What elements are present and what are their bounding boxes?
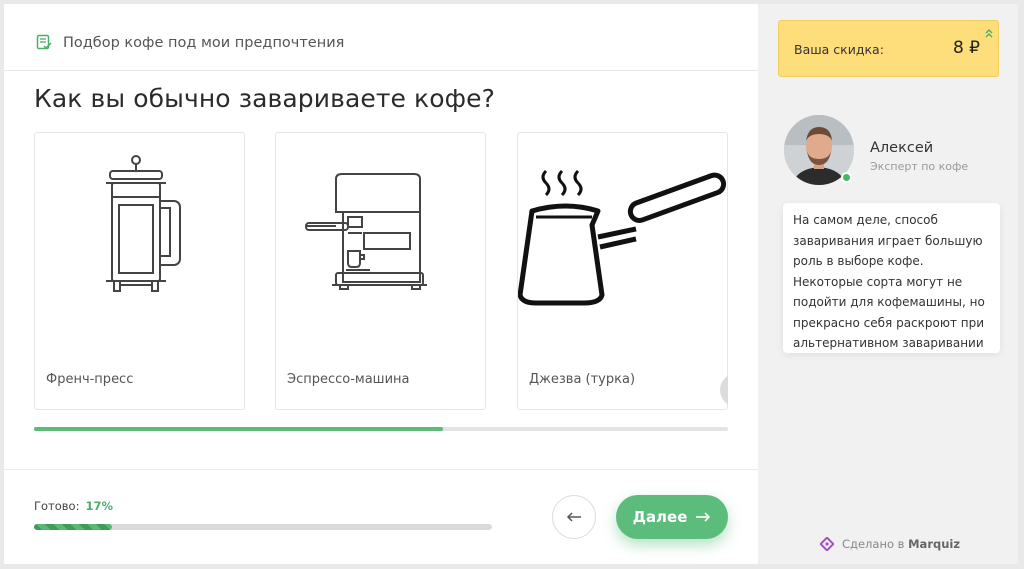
- quiz-main: Подбор кофе под мои предпочтения Как вы …: [4, 4, 758, 564]
- expert-role: Эксперт по кофе: [870, 160, 969, 173]
- checklist-icon: [36, 34, 52, 50]
- option-label: Джезва (турка): [529, 372, 636, 387]
- back-button[interactable]: [552, 495, 596, 539]
- discount-label: Ваша скидка:: [794, 42, 884, 57]
- progress-bar: [34, 524, 492, 530]
- next-button[interactable]: Далее: [616, 495, 728, 539]
- made-brand: Marquiz: [908, 537, 961, 551]
- quiz-header: Подбор кофе под мои предпочтения: [4, 4, 758, 71]
- french-press-icon: [106, 155, 181, 292]
- option-card-french-press[interactable]: Френч-пресс: [34, 132, 245, 410]
- progress-fill: [34, 524, 112, 530]
- expert-name: Алексей: [870, 140, 934, 156]
- ready-percent: 17%: [85, 499, 114, 513]
- next-button-label: Далее: [632, 508, 688, 526]
- made-in-marquiz-link[interactable]: Сделано в Marquiz: [820, 537, 960, 551]
- carousel-scrollbar[interactable]: [34, 427, 728, 431]
- discount-box: Ваша скидка: 8 ₽: [778, 20, 999, 77]
- quiz-title: Подбор кофе под мои предпочтения: [63, 35, 345, 51]
- discount-value: 8 ₽: [952, 38, 980, 58]
- option-card-espresso-machine[interactable]: Эспрессо-машина: [275, 132, 486, 410]
- espresso-machine-icon: [305, 173, 427, 290]
- ready-label: Готово:: [34, 499, 80, 513]
- option-label: Френч-пресс: [46, 372, 134, 387]
- option-card-cezve[interactable]: Джезва (турка): [517, 132, 728, 410]
- quiz-window: Подбор кофе под мои предпочтения Как вы …: [4, 4, 1018, 564]
- online-indicator: [841, 172, 852, 183]
- option-label: Эспрессо-машина: [287, 372, 410, 387]
- question-title: Как вы обычно завариваете кофе?: [34, 84, 495, 113]
- arrow-left-icon: [566, 512, 581, 522]
- marquiz-logo-icon: [820, 537, 834, 551]
- made-prefix: Сделано в: [842, 537, 905, 551]
- options-carousel: Френч-пресс Эспрессо-машина Джезва (турк…: [34, 132, 728, 410]
- carousel-scrollbar-thumb[interactable]: [34, 427, 444, 431]
- quiz-footer: Готово: 17% Далее: [4, 469, 758, 564]
- arrow-right-icon: [696, 512, 711, 522]
- expert-message-bubble: На самом деле, способ заваривания играет…: [783, 203, 1000, 353]
- cezve-icon: [518, 169, 727, 306]
- sidebar: Ваша скидка: 8 ₽ Алексей Эксперт по кофе…: [758, 4, 1018, 564]
- expert-message: На самом деле, способ заваривания играет…: [793, 213, 985, 350]
- double-chevron-up-icon: [985, 29, 993, 38]
- progress-label: Готово: 17%: [34, 499, 113, 513]
